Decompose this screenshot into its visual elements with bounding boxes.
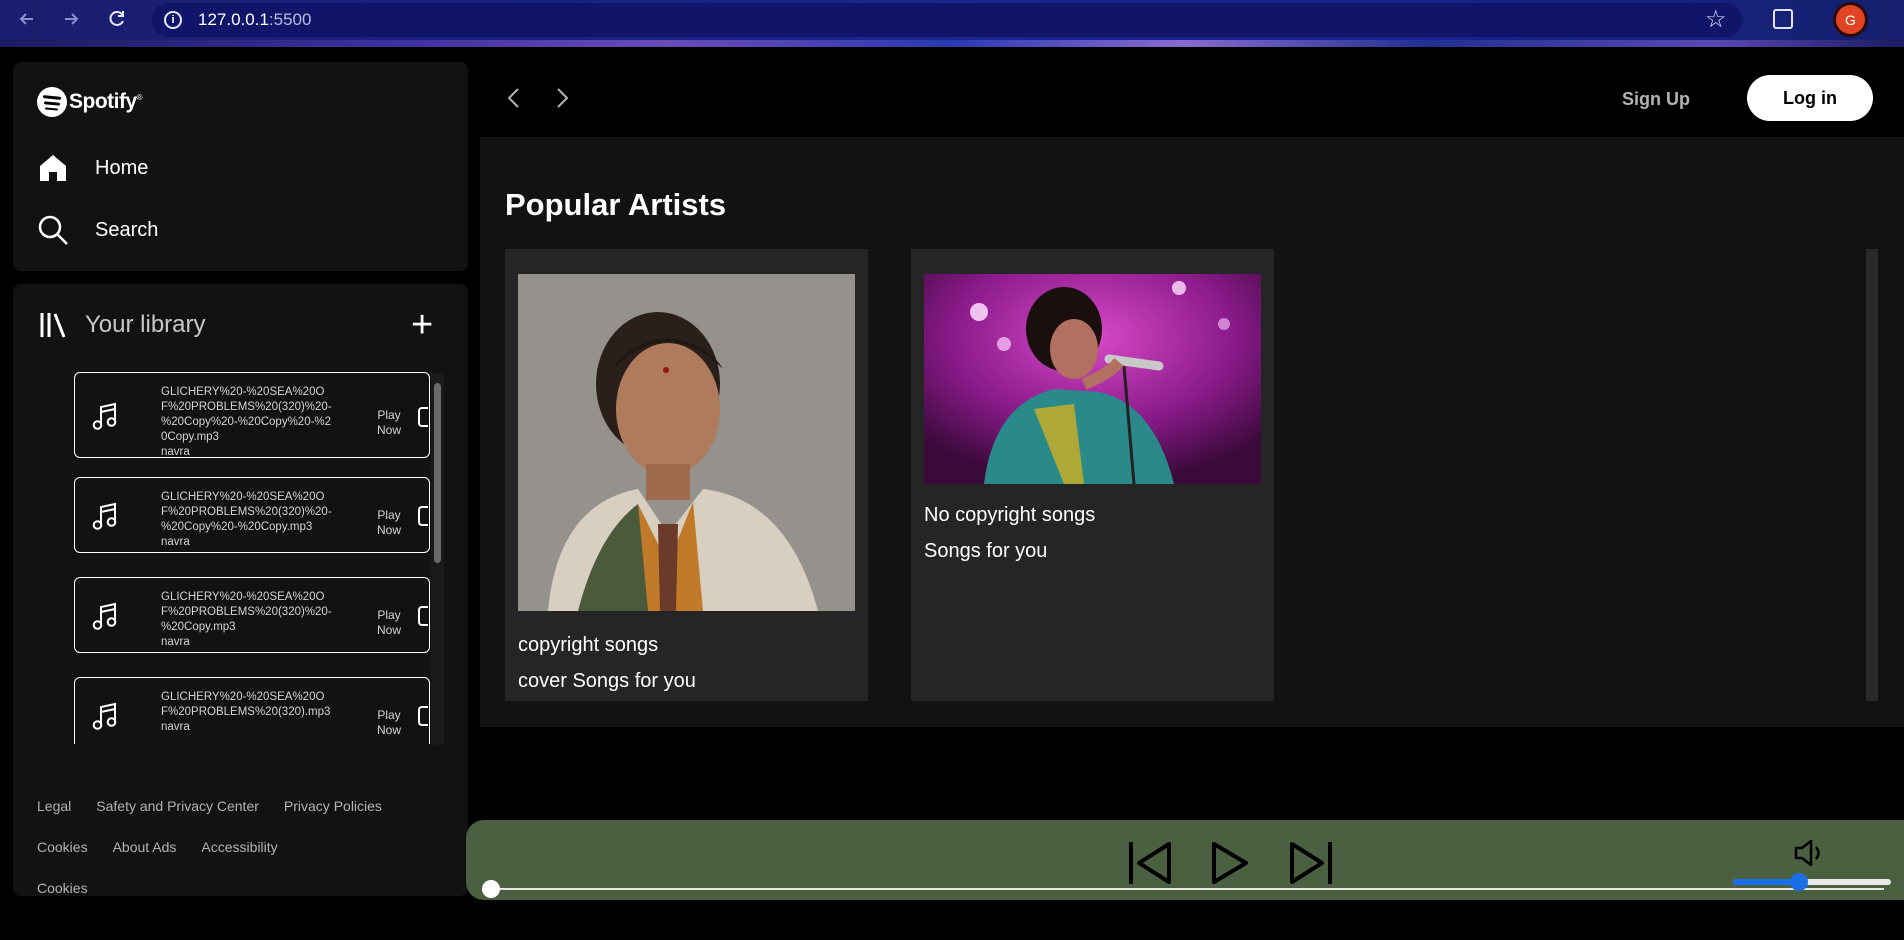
play-now-label[interactable]: Play Now	[375, 608, 403, 638]
list-item[interactable]: GLICHERY%20-%20SEA%20OF%20PROBLEMS%20(32…	[74, 477, 430, 553]
profile-avatar[interactable]: G	[1836, 5, 1865, 34]
scrollbar-thumb[interactable]	[434, 383, 441, 563]
play-now-label[interactable]: Play Now	[375, 708, 403, 738]
add-library-button[interactable]: +	[411, 306, 433, 344]
music-note-icon	[92, 402, 117, 430]
sidebar-item-home[interactable]: Home	[37, 152, 148, 184]
footer-link[interactable]: Cookies	[37, 839, 88, 855]
song-info: GLICHERY%20-%20SEA%20OF%20PROBLEMS%20(32…	[161, 385, 335, 460]
artist-card[interactable]: No copyright songs Songs for you	[911, 249, 1274, 701]
section-title: Popular Artists	[505, 187, 727, 222]
song-title: GLICHERY%20-%20SEA%20OF%20PROBLEMS%20(32…	[161, 491, 332, 533]
address-bar[interactable]: i 127.0.0.1:5500	[152, 3, 1742, 37]
library-scrollbar[interactable]	[431, 373, 444, 745]
sidebar-item-label: Search	[95, 218, 159, 241]
artist-card[interactable]: copyright songs cover Songs for you	[505, 249, 868, 701]
spotify-wordmark: Spotify	[69, 90, 137, 113]
extensions-icon[interactable]	[1773, 9, 1793, 29]
forward-arrow-icon[interactable]	[548, 84, 576, 112]
list-item[interactable]: GLICHERY%20-%20SEA%20OF%20PROBLEMS%20(32…	[74, 677, 430, 744]
browser-decor-strip	[0, 40, 1904, 47]
sidebar-nav-panel: Spotify ® Home Search	[13, 62, 468, 271]
address-url: 127.0.0.1:5500	[198, 10, 312, 29]
browser-back-icon[interactable]	[14, 6, 40, 32]
previous-track-icon[interactable]	[1125, 838, 1175, 888]
site-info-icon[interactable]: i	[164, 11, 182, 29]
play-icon[interactable]	[418, 606, 428, 626]
footer-link[interactable]: Accessibility	[201, 839, 277, 855]
footer-link[interactable]: Safety and Privacy Center	[96, 798, 259, 814]
song-title: GLICHERY%20-%20SEA%20OF%20PROBLEMS%20(32…	[161, 591, 332, 633]
sign-up-button[interactable]: Sign Up	[1622, 89, 1690, 110]
card-subtitle: Songs for you	[924, 540, 1048, 562]
play-icon[interactable]	[1208, 838, 1252, 888]
library-panel: Your library + GLICHERY%20-%20SEA%20OF%2…	[13, 284, 468, 896]
cards-scrollbar[interactable]	[1866, 249, 1878, 701]
footer-link[interactable]: Legal	[37, 798, 71, 814]
browser-forward-icon[interactable]	[58, 6, 84, 32]
card-title: copyright songs	[518, 634, 659, 656]
list-item[interactable]: GLICHERY%20-%20SEA%20OF%20PROBLEMS%20(32…	[74, 577, 430, 653]
footer-link[interactable]: Privacy Policies	[284, 798, 382, 814]
trademark-mark: ®	[136, 93, 143, 102]
volume-icon[interactable]	[1792, 838, 1828, 868]
log-in-button[interactable]: Log in	[1747, 75, 1873, 121]
progress-handle[interactable]	[482, 880, 500, 898]
sidebar-item-label: Home	[95, 156, 149, 179]
sidebar-item-search[interactable]: Search	[37, 214, 158, 246]
browser-reload-icon[interactable]	[104, 6, 130, 32]
song-list: GLICHERY%20-%20SEA%20OF%20PROBLEMS%20(32…	[74, 372, 441, 744]
spotify-logo-icon	[37, 87, 67, 117]
back-arrow-icon[interactable]	[500, 84, 528, 112]
footer-link[interactable]: Cookies	[37, 880, 88, 896]
search-icon	[38, 215, 68, 245]
footer-links-row-2: Cookies About Ads Accessibility	[37, 839, 278, 855]
song-info: GLICHERY%20-%20SEA%20OF%20PROBLEMS%20(32…	[161, 590, 335, 650]
song-artist: navra	[161, 536, 190, 548]
song-info: GLICHERY%20-%20SEA%20OF%20PROBLEMS%20(32…	[161, 490, 335, 550]
progress-track[interactable]	[484, 888, 1884, 890]
library-icon	[40, 313, 66, 338]
song-info: GLICHERY%20-%20SEA%20OF%20PROBLEMS%20(32…	[161, 690, 335, 735]
main-header	[480, 62, 1904, 137]
footer-links-row-1: Legal Safety and Privacy Center Privacy …	[37, 798, 382, 814]
song-artist: navra	[161, 721, 190, 733]
spotify-logo[interactable]: Spotify ®	[37, 87, 143, 117]
play-now-label[interactable]: Play Now	[375, 408, 403, 438]
song-artist: navra	[161, 636, 190, 648]
song-artist: navra	[161, 446, 190, 458]
play-icon[interactable]	[418, 506, 428, 526]
footer-link[interactable]: About Ads	[113, 839, 177, 855]
music-note-icon	[92, 602, 117, 630]
bookmark-star-icon[interactable]: ☆	[1705, 5, 1727, 34]
play-icon[interactable]	[418, 706, 428, 726]
artist-image	[518, 274, 855, 611]
play-icon[interactable]	[418, 407, 428, 427]
home-icon	[40, 155, 66, 181]
library-header[interactable]: Your library	[39, 310, 206, 340]
list-item[interactable]: GLICHERY%20-%20SEA%20OF%20PROBLEMS%20(32…	[74, 372, 430, 458]
music-note-icon	[92, 502, 117, 530]
song-title: GLICHERY%20-%20SEA%20OF%20PROBLEMS%20(32…	[161, 691, 331, 718]
next-track-icon[interactable]	[1286, 838, 1336, 888]
browser-toolbar: i 127.0.0.1:5500 ☆ G	[0, 0, 1904, 47]
card-subtitle: cover Songs for you	[518, 670, 696, 692]
song-title: GLICHERY%20-%20SEA%20OF%20PROBLEMS%20(32…	[161, 386, 332, 443]
music-note-icon	[92, 702, 117, 730]
artist-image	[924, 274, 1261, 484]
footer-links-row-3: Cookies	[37, 880, 88, 896]
play-now-label[interactable]: Play Now	[375, 508, 403, 538]
card-title: No copyright songs	[924, 504, 1096, 526]
library-title: Your library	[85, 311, 206, 338]
